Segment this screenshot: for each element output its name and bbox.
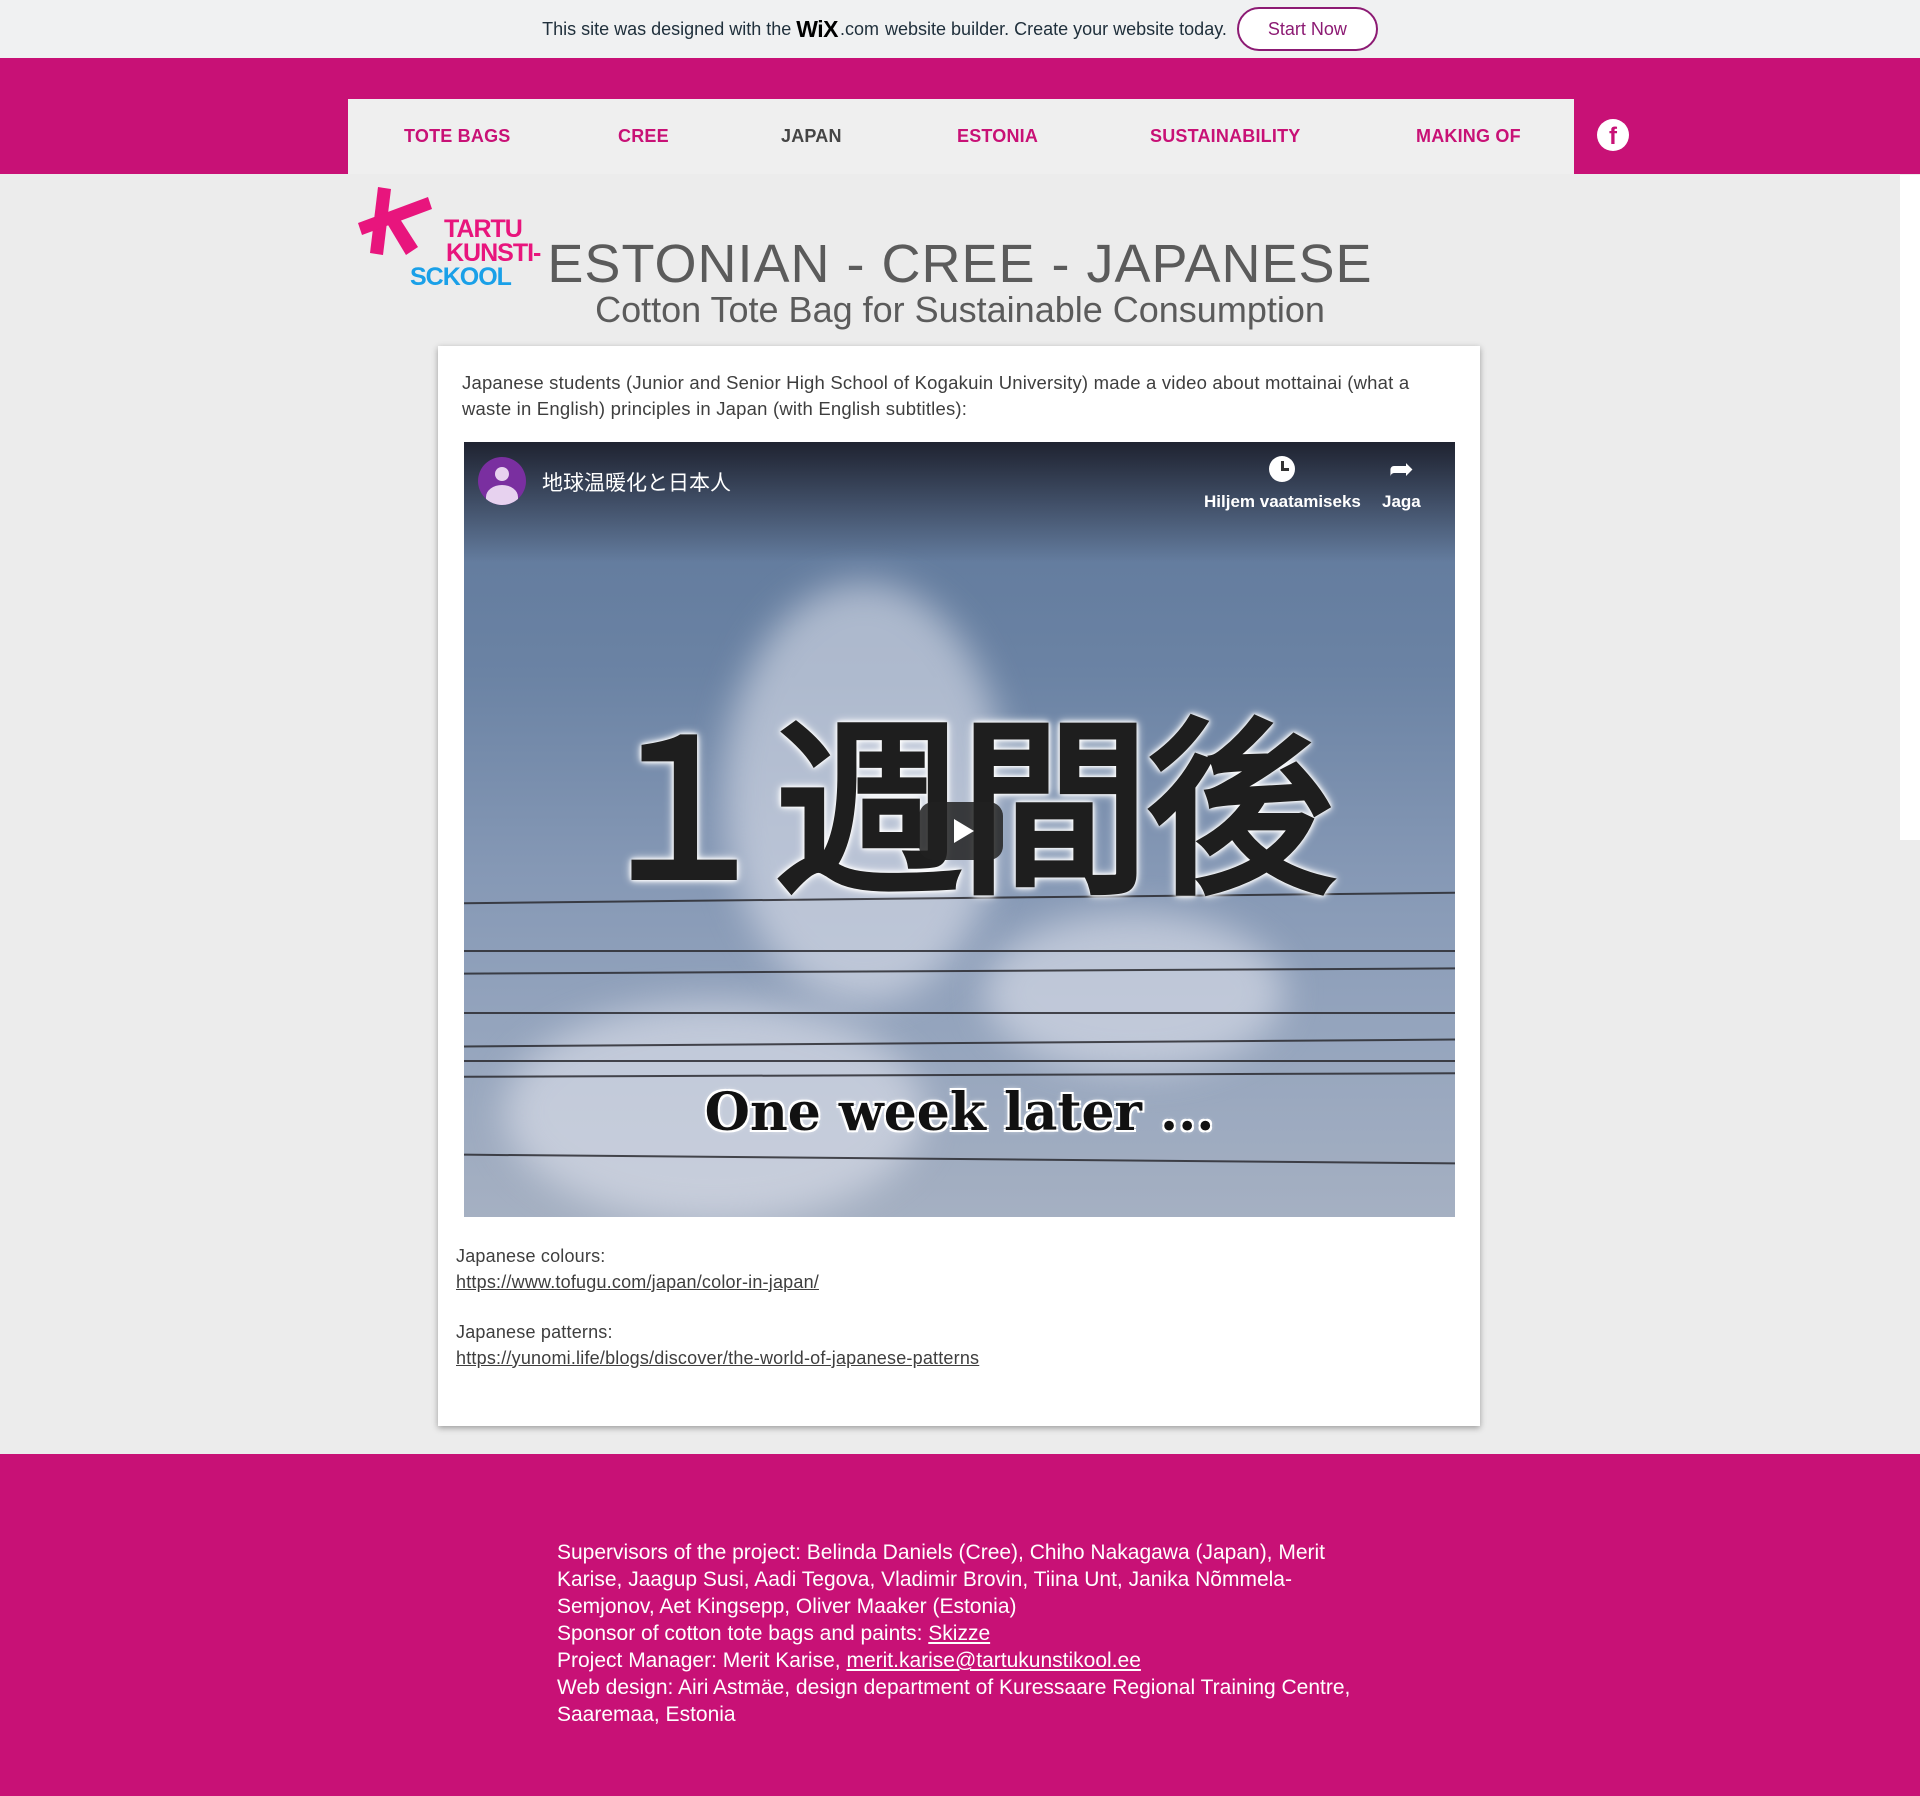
nav-item-tote-bags[interactable]: TOTE BAGS: [404, 99, 510, 174]
channel-avatar[interactable]: [478, 457, 526, 505]
patterns-link[interactable]: https://yunomi.life/blogs/discover/the-w…: [456, 1348, 979, 1368]
wix-logo[interactable]: WiX: [796, 16, 838, 43]
start-now-button[interactable]: Start Now: [1236, 7, 1378, 51]
footer-credits: Supervisors of the project: Belinda Dani…: [557, 1539, 1377, 1728]
footer-supervisors: Supervisors of the project: Belinda Dani…: [557, 1541, 1326, 1618]
page-title: ESTONIAN - CREE - JAPANESE: [547, 234, 1373, 294]
wix-dotcom: .com: [840, 18, 880, 39]
play-button[interactable]: [919, 802, 1003, 860]
manager-label: Project Manager: Merit Karise,: [557, 1649, 841, 1672]
clock-icon: [1269, 456, 1296, 482]
power-line: [464, 1060, 1455, 1062]
play-icon: [953, 819, 974, 843]
sky-cloud: [984, 912, 1284, 1072]
youtube-video-embed[interactable]: 地球温暖化と日本人 Hiljem vaatamiseks ➦ Jaga １週間後…: [464, 442, 1455, 1217]
wix-text-after: website builder. Create your website tod…: [885, 18, 1227, 39]
right-edge-strip: [1900, 175, 1920, 840]
colours-label: Japanese colours:: [456, 1246, 606, 1266]
nav-item-estonia[interactable]: ESTONIA: [957, 99, 1038, 174]
sponsor-link[interactable]: Skizze: [928, 1622, 990, 1645]
facebook-icon[interactable]: f: [1597, 119, 1629, 151]
power-line: [464, 967, 1455, 975]
wix-promo-text: This site was designed with the WiX .com…: [542, 16, 1227, 43]
footer-sponsor: Sponsor of cotton tote bags and paints: …: [557, 1620, 1377, 1647]
main-nav: TOTE BAGS CREE JAPAN ESTONIA SUSTAINABIL…: [348, 99, 1574, 174]
page-subtitle: Cotton Tote Bag for Sustainable Consumpt…: [595, 289, 1325, 330]
intro-paragraph: Japanese students (Junior and Senior Hig…: [462, 372, 1410, 419]
resource-links: Japanese colours: https://www.tofugu.com…: [456, 1244, 1456, 1371]
manager-email-link[interactable]: merit.karise@tartukunstikool.ee: [846, 1649, 1140, 1672]
power-line: [464, 1012, 1455, 1014]
share-label: Jaga: [1382, 492, 1421, 511]
wix-promo-banner: This site was designed with the WiX .com…: [0, 0, 1920, 58]
nav-item-japan[interactable]: JAPAN: [781, 99, 842, 174]
share-control[interactable]: ➦ Jaga: [1382, 453, 1421, 512]
share-arrow-icon: ➦: [1388, 453, 1414, 486]
footer-manager: Project Manager: Merit Karise, merit.kar…: [557, 1647, 1377, 1674]
video-caption: One week later ...: [704, 1082, 1215, 1143]
footer-web-design: Web design: Airi Astmäe, design departme…: [557, 1676, 1351, 1726]
wix-text-before: This site was designed with the: [542, 18, 792, 39]
nav-item-cree[interactable]: CREE: [618, 99, 669, 174]
nav-item-making-of[interactable]: MAKING OF: [1416, 99, 1521, 174]
colours-link[interactable]: https://www.tofugu.com/japan/color-in-ja…: [456, 1272, 819, 1292]
nav-item-sustainability[interactable]: SUSTAINABILITY: [1150, 99, 1300, 174]
logo-k-mark-icon: [358, 187, 432, 255]
patterns-label: Japanese patterns:: [456, 1322, 613, 1342]
watch-later-control[interactable]: Hiljem vaatamiseks: [1204, 456, 1361, 512]
video-title[interactable]: 地球温暖化と日本人: [542, 467, 731, 497]
content-card: Japanese students (Junior and Senior Hig…: [438, 346, 1480, 1426]
watch-later-label: Hiljem vaatamiseks: [1204, 492, 1361, 511]
power-line: [464, 950, 1455, 952]
sponsor-label: Sponsor of cotton tote bags and paints:: [557, 1622, 923, 1645]
